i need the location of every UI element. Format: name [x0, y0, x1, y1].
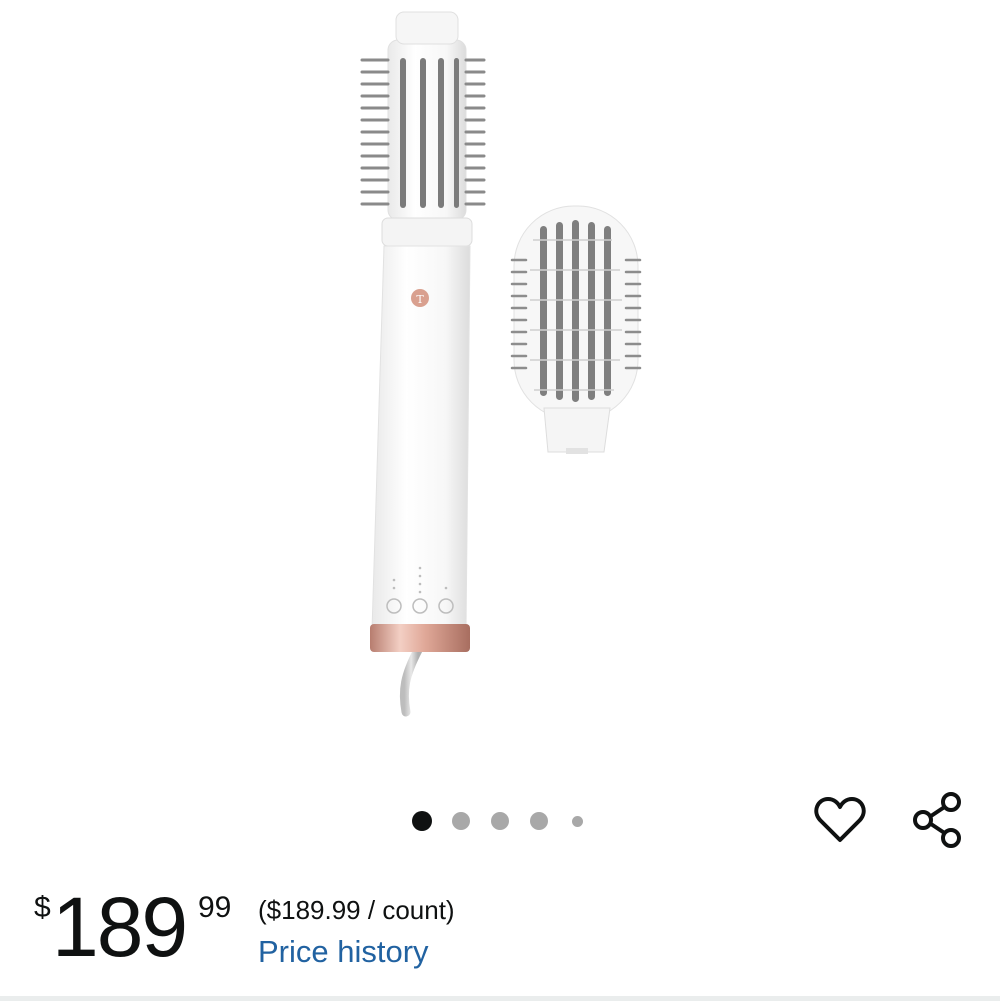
wishlist-button[interactable]	[808, 788, 872, 852]
price-fraction: 99	[198, 891, 232, 924]
product-price: $ 189 99	[34, 885, 274, 975]
carousel-dot-2[interactable]	[452, 812, 470, 830]
price-history-link[interactable]: Price history	[258, 934, 429, 970]
image-carousel-indicator[interactable]	[410, 808, 590, 834]
svg-text:T: T	[416, 293, 424, 306]
section-divider	[0, 996, 1000, 1001]
unit-price: ($189.99 / count)	[258, 895, 455, 925]
carousel-dot-5[interactable]	[572, 816, 583, 827]
share-icon	[913, 792, 961, 848]
price-whole: 189	[52, 880, 188, 974]
price-currency-symbol: $	[34, 891, 51, 924]
share-button[interactable]	[905, 788, 969, 852]
carousel-dot-1[interactable]	[412, 811, 432, 831]
heart-icon	[814, 797, 866, 842]
carousel-dot-4[interactable]	[530, 812, 548, 830]
product-image[interactable]: T	[0, 0, 1000, 790]
carousel-dot-3[interactable]	[491, 812, 509, 830]
